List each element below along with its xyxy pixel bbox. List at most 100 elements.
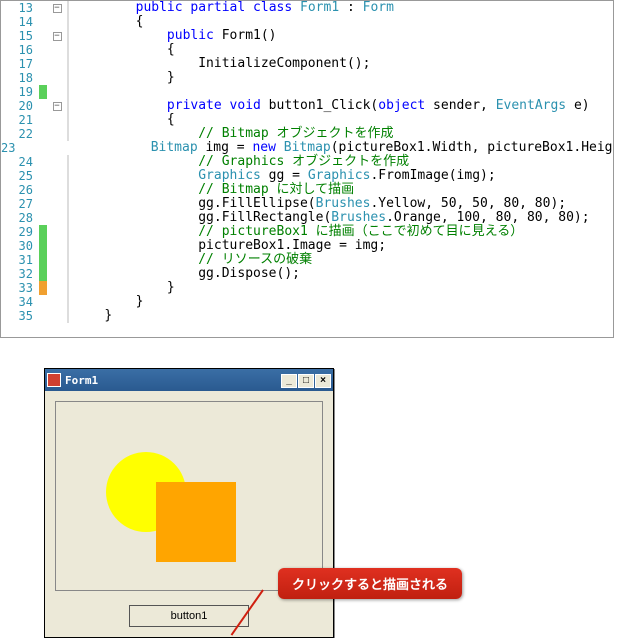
code-line[interactable]: 35 }: [1, 309, 613, 323]
change-marker: [39, 57, 47, 71]
fold-gutter[interactable]: [47, 85, 67, 99]
fold-gutter[interactable]: [47, 57, 67, 71]
fold-gutter[interactable]: [47, 71, 67, 85]
code-line[interactable]: 23 Bitmap img = new Bitmap(pictureBox1.W…: [1, 141, 613, 155]
code-text[interactable]: [69, 85, 613, 99]
code-text[interactable]: {: [69, 113, 613, 127]
code-text[interactable]: // pictureBox1 に描画（ここで初めて目に見える）: [69, 225, 613, 239]
close-button[interactable]: ×: [315, 374, 331, 388]
fold-gutter[interactable]: −: [47, 29, 67, 43]
fold-gutter[interactable]: [47, 127, 67, 141]
code-line[interactable]: 21 {: [1, 113, 613, 127]
code-line[interactable]: 15− public Form1(): [1, 29, 613, 43]
fold-gutter[interactable]: [47, 155, 67, 169]
line-number: 26: [1, 183, 39, 197]
code-line[interactable]: 29 // pictureBox1 に描画（ここで初めて目に見える）: [1, 225, 613, 239]
code-line[interactable]: 22 // Bitmap オブジェクトを作成: [1, 127, 613, 141]
fold-gutter[interactable]: [47, 239, 67, 253]
code-line[interactable]: 30 pictureBox1.Image = img;: [1, 239, 613, 253]
code-text[interactable]: public Form1(): [69, 29, 613, 43]
line-number: 21: [1, 113, 39, 127]
change-marker: [39, 183, 47, 197]
orange-rectangle-shape: [156, 482, 236, 562]
change-marker: [39, 127, 47, 141]
fold-gutter[interactable]: [47, 225, 67, 239]
code-line[interactable]: 20− private void button1_Click(object se…: [1, 99, 613, 113]
line-number: 33: [1, 281, 39, 295]
code-line[interactable]: 19: [1, 85, 613, 99]
button1[interactable]: button1: [129, 605, 249, 627]
code-line[interactable]: 28 gg.FillRectangle(Brushes.Orange, 100,…: [1, 211, 613, 225]
code-text[interactable]: pictureBox1.Image = img;: [69, 239, 613, 253]
line-number: 14: [1, 15, 39, 29]
change-marker: [39, 295, 47, 309]
code-line[interactable]: 26 // Bitmap に対して描画: [1, 183, 613, 197]
minimize-button[interactable]: _: [281, 374, 297, 388]
fold-gutter[interactable]: [47, 281, 67, 295]
code-text[interactable]: gg.Dispose();: [69, 267, 613, 281]
app-icon: [47, 373, 61, 387]
code-line[interactable]: 16 {: [1, 43, 613, 57]
fold-gutter[interactable]: [47, 113, 67, 127]
fold-gutter[interactable]: [47, 169, 67, 183]
window-title: Form1: [65, 374, 280, 387]
maximize-button[interactable]: □: [298, 374, 314, 388]
fold-gutter[interactable]: −: [47, 1, 67, 15]
code-text[interactable]: // Bitmap オブジェクトを作成: [69, 127, 613, 141]
change-marker: [39, 99, 47, 113]
code-line[interactable]: 24 // Graphics オブジェクトを作成: [1, 155, 613, 169]
fold-gutter[interactable]: [47, 197, 67, 211]
code-text[interactable]: }: [69, 71, 613, 85]
code-text[interactable]: public partial class Form1 : Form: [69, 1, 613, 15]
titlebar[interactable]: Form1 _□×: [45, 369, 333, 391]
line-number: 25: [1, 169, 39, 183]
picture-box: [55, 401, 323, 591]
code-line[interactable]: 27 gg.FillEllipse(Brushes.Yellow, 50, 50…: [1, 197, 613, 211]
code-text[interactable]: // Graphics オブジェクトを作成: [69, 155, 613, 169]
code-line[interactable]: 14 {: [1, 15, 613, 29]
fold-gutter[interactable]: [47, 267, 67, 281]
line-number: 24: [1, 155, 39, 169]
code-text[interactable]: InitializeComponent();: [69, 57, 613, 71]
code-text[interactable]: {: [69, 15, 613, 29]
fold-gutter[interactable]: [47, 15, 67, 29]
change-marker: [39, 43, 47, 57]
code-text[interactable]: {: [69, 43, 613, 57]
code-text[interactable]: gg.FillEllipse(Brushes.Yellow, 50, 50, 8…: [69, 197, 613, 211]
code-text[interactable]: // Bitmap に対して描画: [69, 183, 613, 197]
change-marker: [39, 15, 47, 29]
code-line[interactable]: 17 InitializeComponent();: [1, 57, 613, 71]
code-line[interactable]: 13− public partial class Form1 : Form: [1, 1, 613, 15]
code-text[interactable]: private void button1_Click(object sender…: [69, 99, 613, 113]
code-line[interactable]: 25 Graphics gg = Graphics.FromImage(img)…: [1, 169, 613, 183]
callout-leader-line: [232, 590, 292, 630]
change-marker: [39, 239, 47, 253]
code-line[interactable]: 34 }: [1, 295, 613, 309]
change-marker: [39, 267, 47, 281]
change-marker: [39, 113, 47, 127]
line-number: 31: [1, 253, 39, 267]
fold-gutter[interactable]: −: [47, 99, 67, 113]
code-line[interactable]: 18 }: [1, 71, 613, 85]
code-text[interactable]: Bitmap img = new Bitmap(pictureBox1.Widt…: [21, 141, 614, 155]
code-text[interactable]: // リソースの破棄: [69, 253, 613, 267]
code-line[interactable]: 32 gg.Dispose();: [1, 267, 613, 281]
fold-gutter[interactable]: [47, 295, 67, 309]
fold-gutter[interactable]: [47, 253, 67, 267]
code-text[interactable]: }: [69, 309, 613, 323]
fold-gutter[interactable]: [47, 211, 67, 225]
code-text[interactable]: }: [69, 281, 613, 295]
fold-gutter[interactable]: [47, 43, 67, 57]
fold-gutter[interactable]: [47, 183, 67, 197]
fold-gutter[interactable]: [47, 309, 67, 323]
change-marker: [39, 71, 47, 85]
code-line[interactable]: 31 // リソースの破棄: [1, 253, 613, 267]
line-number: 30: [1, 239, 39, 253]
code-text[interactable]: Graphics gg = Graphics.FromImage(img);: [69, 169, 613, 183]
code-text[interactable]: gg.FillRectangle(Brushes.Orange, 100, 80…: [69, 211, 613, 225]
code-text[interactable]: }: [69, 295, 613, 309]
code-editor[interactable]: 13− public partial class Form1 : Form14 …: [0, 0, 614, 338]
change-marker: [39, 155, 47, 169]
line-number: 29: [1, 225, 39, 239]
code-line[interactable]: 33 }: [1, 281, 613, 295]
